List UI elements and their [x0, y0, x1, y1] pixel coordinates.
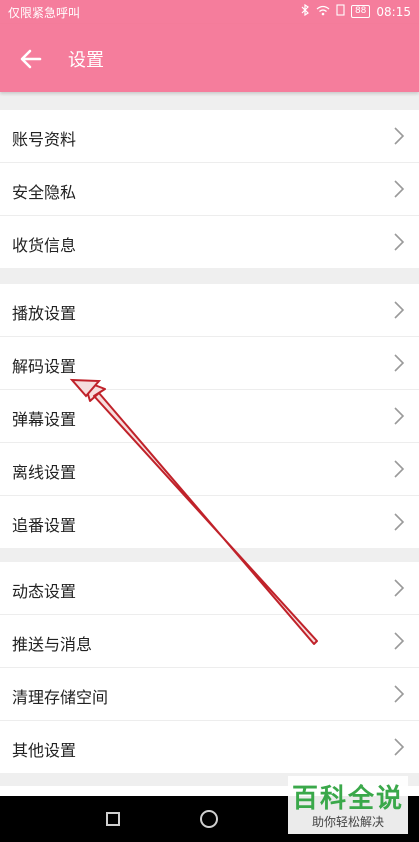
- chevron-right-icon: [394, 127, 405, 145]
- settings-item-feed[interactable]: 动态设置: [0, 562, 419, 615]
- chevron-right-icon: [394, 513, 405, 531]
- watermark-logo: 百科全说 助你轻松解决: [288, 776, 408, 834]
- carrier-text: 仅限紧急呼叫: [8, 6, 81, 20]
- chevron-right-icon: [394, 685, 405, 703]
- settings-item-push-messages[interactable]: 推送与消息: [0, 615, 419, 668]
- recent-apps-icon[interactable]: [106, 812, 120, 826]
- chevron-right-icon: [394, 579, 405, 597]
- settings-item-clear-storage[interactable]: 清理存储空间: [0, 668, 419, 721]
- chevron-right-icon: [394, 632, 405, 650]
- settings-item-decoding[interactable]: 解码设置: [0, 337, 419, 390]
- clock: 08:15: [376, 4, 411, 19]
- chevron-right-icon: [394, 407, 405, 425]
- settings-item-shipping-info[interactable]: 收货信息: [0, 216, 419, 268]
- chevron-right-icon: [394, 738, 405, 756]
- status-bar: 仅限紧急呼叫 88 08:15: [0, 0, 419, 24]
- wifi-icon: [316, 5, 330, 19]
- settings-item-offline[interactable]: 离线设置: [0, 443, 419, 496]
- chevron-right-icon: [394, 180, 405, 198]
- settings-item-label: 安全隐私: [12, 183, 77, 202]
- settings-item-label: 弹幕设置: [12, 410, 77, 429]
- settings-item-label: 推送与消息: [12, 635, 93, 654]
- settings-item-label: 其他设置: [12, 741, 77, 760]
- sim-icon: [336, 4, 345, 19]
- chevron-right-icon: [394, 233, 405, 251]
- settings-item-danmaku[interactable]: 弹幕设置: [0, 390, 419, 443]
- settings-item-label: 账号资料: [12, 130, 77, 149]
- watermark-title: 百科全说: [291, 784, 404, 814]
- settings-section-playback: 播放设置 解码设置 弹幕设置 离线设置 追番设置: [0, 284, 419, 548]
- page-title: 设置: [68, 50, 104, 71]
- chevron-right-icon: [394, 301, 405, 319]
- settings-section-misc: 动态设置 推送与消息 清理存储空间 其他设置: [0, 562, 419, 773]
- settings-section-account: 账号资料 安全隐私 收货信息: [0, 110, 419, 268]
- settings-item-label: 动态设置: [12, 582, 77, 601]
- bluetooth-icon: [300, 3, 310, 19]
- chevron-right-icon: [394, 354, 405, 372]
- settings-item-label: 离线设置: [12, 463, 77, 482]
- home-icon[interactable]: [200, 810, 218, 828]
- chevron-right-icon: [394, 460, 405, 478]
- app-bar: 设置: [0, 24, 419, 92]
- settings-item-label: 追番设置: [12, 516, 77, 535]
- settings-item-label: 收货信息: [12, 236, 77, 255]
- settings-item-label: 清理存储空间: [12, 688, 109, 707]
- settings-item-other[interactable]: 其他设置: [0, 721, 419, 773]
- battery-icon: 88: [350, 5, 371, 18]
- settings-item-label: 播放设置: [12, 304, 77, 323]
- settings-item-playback[interactable]: 播放设置: [0, 284, 419, 337]
- settings-item-account-profile[interactable]: 账号资料: [0, 110, 419, 163]
- watermark-subtitle: 助你轻松解决: [311, 815, 384, 829]
- arrow-left-icon[interactable]: [18, 46, 44, 72]
- settings-item-label: 解码设置: [12, 357, 77, 376]
- settings-item-anime-follow[interactable]: 追番设置: [0, 496, 419, 548]
- settings-item-security-privacy[interactable]: 安全隐私: [0, 163, 419, 216]
